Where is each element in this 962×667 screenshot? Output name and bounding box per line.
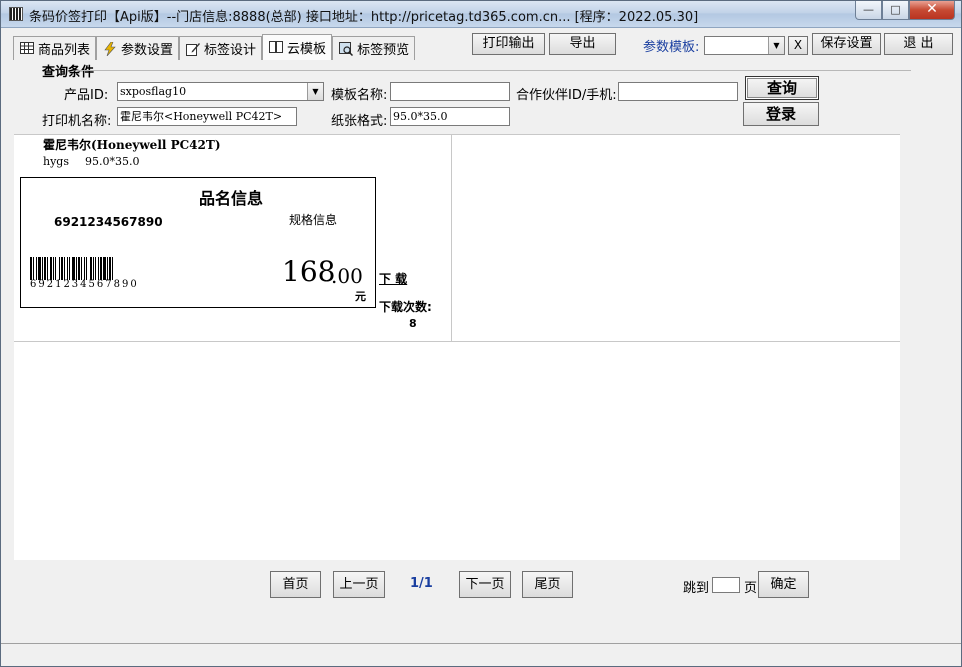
tab-product-list[interactable]: 商品列表 (13, 36, 97, 60)
first-page-button[interactable]: 首页 (270, 571, 321, 598)
tab-bar: 商品列表 参数设置 标签设计 云模板 标签预览 (13, 34, 416, 60)
paper-format-label: 纸张格式: (331, 114, 388, 129)
page-indicator: 1/1 (410, 576, 433, 591)
template-name-label: 模板名称: (331, 88, 388, 103)
bolt-icon (102, 41, 118, 56)
partner-label: 合作伙伴ID/手机: (516, 88, 617, 103)
exit-button[interactable]: 退 出 (884, 33, 953, 55)
tab-label: 云模板 (287, 42, 327, 57)
barcode-gap (113, 257, 114, 280)
page-unit-label: 页 (744, 581, 758, 596)
chevron-down-icon: ▼ (307, 83, 323, 100)
tab-label: 标签设计 (204, 43, 257, 58)
status-divider (1, 643, 961, 644)
row-divider (14, 341, 900, 342)
minimize-button[interactable]: — (855, 1, 882, 20)
book-icon (268, 40, 284, 55)
tab-cloud-template[interactable]: 云模板 (262, 34, 333, 60)
spec-text: 规格信息 (289, 213, 338, 227)
next-page-button[interactable]: 下一页 (459, 571, 511, 598)
tab-label: 参数设置 (121, 43, 174, 58)
tab-label: 标签预览 (357, 43, 410, 58)
download-link[interactable]: 下 载 (379, 270, 407, 287)
download-count-label: 下载次数: (379, 300, 432, 314)
window-title: 条码价签打印【Api版】--门店信息:8888(总部) 接口地址：http://… (29, 10, 699, 25)
export-button[interactable]: 导出 (549, 33, 616, 55)
login-button[interactable]: 登录 (743, 102, 819, 126)
barcode-digits: 6921234567890 (30, 279, 139, 290)
template-size: 95.0*35.0 (85, 155, 140, 168)
title-bar[interactable]: 条码价签打印【Api版】--门店信息:8888(总部) 接口地址：http://… (1, 1, 961, 28)
partner-input[interactable] (618, 82, 738, 101)
list-icon (19, 41, 35, 56)
template-code: hygs (43, 155, 69, 168)
group-divider (76, 70, 911, 71)
last-page-button[interactable]: 尾页 (522, 571, 573, 598)
currency-unit: 元 (355, 290, 366, 303)
close-button[interactable]: ✕ (909, 1, 955, 20)
product-id-label: 产品ID: (64, 88, 109, 103)
price-decimal: .00 (331, 264, 363, 288)
template-name-input[interactable] (390, 82, 510, 101)
paper-format-field[interactable]: 95.0*35.0 (390, 107, 510, 126)
label-preview-card: 品名信息 6921234567890 规格信息 6921234567890 16… (20, 177, 376, 308)
param-template-select[interactable]: ▼ (704, 36, 785, 55)
maximize-button[interactable]: □ (882, 1, 909, 20)
tab-label-design[interactable]: 标签设计 (179, 36, 263, 60)
chevron-down-icon: ▼ (768, 37, 784, 54)
barcode-image (30, 257, 148, 280)
goto-confirm-button[interactable]: 确定 (758, 571, 809, 598)
product-id-select[interactable]: sxposflag10 ▼ (117, 82, 324, 101)
goto-page-input[interactable] (712, 577, 740, 593)
barcode-number-text: 6921234567890 (54, 215, 163, 229)
template-printer-title: 霍尼韦尔(Honeywell PC42T) (43, 138, 221, 152)
product-name-text: 品名信息 (199, 189, 264, 208)
preview-icon (338, 41, 354, 56)
product-id-value: sxposflag10 (120, 85, 187, 98)
save-settings-button[interactable]: 保存设置 (812, 33, 881, 55)
goto-label: 跳到 (683, 581, 710, 596)
clear-template-button[interactable]: X (788, 36, 808, 55)
main-window: 条码价签打印【Api版】--门店信息:8888(总部) 接口地址：http://… (0, 0, 962, 667)
download-count: 8 (409, 317, 417, 330)
tab-label-preview[interactable]: 标签预览 (332, 36, 416, 60)
template-list-area: 霍尼韦尔(Honeywell PC42T) hygs 95.0*35.0 品名信… (14, 134, 900, 560)
print-output-button[interactable]: 打印输出 (472, 33, 545, 55)
printer-label: 打印机名称: (42, 114, 112, 129)
query-button[interactable]: 查询 (745, 76, 819, 100)
window-controls: — □ ✕ (855, 1, 955, 20)
price-integer: 168 (282, 255, 336, 288)
tab-label: 商品列表 (38, 43, 91, 58)
printer-field[interactable]: 霍尼韦尔<Honeywell PC42T> (117, 107, 297, 126)
prev-page-button[interactable]: 上一页 (333, 571, 385, 598)
param-template-label: 参数模板: (643, 40, 700, 55)
column-divider (451, 135, 452, 341)
barcode-app-icon (9, 7, 23, 21)
tab-param-settings[interactable]: 参数设置 (96, 36, 180, 60)
edit-icon (185, 42, 201, 56)
